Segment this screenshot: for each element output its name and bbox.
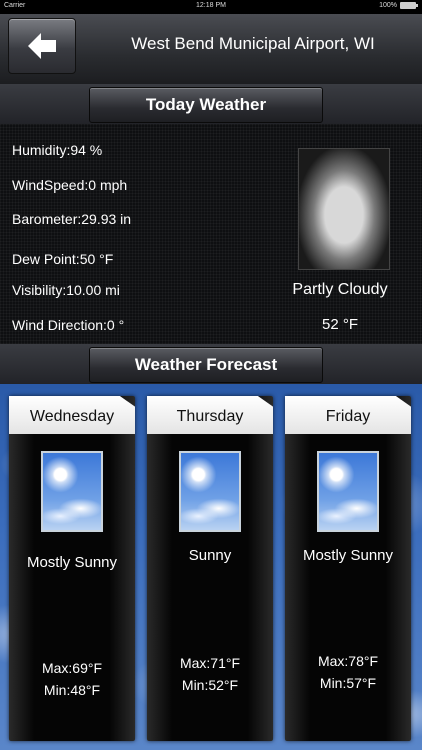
- battery-percent: 100%: [379, 2, 397, 9]
- status-bar: Carrier 12:18 PM 100%: [0, 0, 422, 14]
- sunny-icon: [179, 451, 241, 532]
- forecast-min: Min:48°F: [43, 682, 101, 698]
- battery-indicator: 100%: [379, 2, 418, 9]
- forecast-min: Min:52°F: [181, 677, 239, 693]
- barometer-label: Barometer:29.93 in: [12, 211, 132, 227]
- today-section-title: Today Weather: [89, 87, 323, 123]
- mostly-sunny-icon: [41, 451, 103, 532]
- location-title: West Bend Municipal Airport, WI: [131, 34, 375, 53]
- forecast-day: Wednesday: [9, 396, 135, 434]
- forecast-day: Thursday: [147, 396, 273, 434]
- forecast-condition: Mostly Sunny: [26, 554, 118, 571]
- nav-header: West Bend Municipal Airport, WI: [0, 14, 422, 85]
- mostly-sunny-icon: [317, 451, 379, 532]
- forecast-max: Max:69°F: [41, 660, 103, 676]
- forecast-card-friday[interactable]: Friday Mostly Sunny Max:78°F Min:57°F: [285, 396, 411, 741]
- forecast-section-bar: Weather Forecast: [0, 344, 422, 384]
- partly-cloudy-night-icon: [298, 148, 390, 270]
- back-arrow-icon: [28, 33, 56, 59]
- forecast-day: Friday: [285, 396, 411, 434]
- forecast-max: Max:71°F: [179, 655, 241, 671]
- forecast-condition: Mostly Sunny: [302, 547, 394, 564]
- today-temperature: 52 °F: [321, 316, 358, 333]
- wind-speed-label: WindSpeed:0 mph: [12, 177, 128, 193]
- visibility-label: Visibility:10.00 mi: [12, 282, 120, 298]
- today-panel: Humidity:94 % WindSpeed:0 mph Barometer:…: [0, 124, 422, 344]
- forecast-max: Max:78°F: [317, 653, 379, 669]
- wind-direction-label: Wind Direction:0 °: [12, 317, 125, 333]
- status-time: 12:18 PM: [196, 2, 226, 9]
- dew-point-label: Dew Point:50 °F: [12, 251, 114, 267]
- humidity-label: Humidity:94 %: [12, 142, 103, 158]
- back-button[interactable]: [8, 18, 76, 74]
- forecast-min: Min:57°F: [319, 675, 377, 691]
- forecast-section-title: Weather Forecast: [89, 347, 323, 383]
- forecast-card-thursday[interactable]: Thursday Sunny Max:71°F Min:52°F: [147, 396, 273, 741]
- today-section-bar: Today Weather: [0, 84, 422, 124]
- battery-icon: [400, 2, 418, 9]
- forecast-condition: Sunny: [188, 547, 232, 564]
- today-condition: Partly Cloudy: [292, 281, 388, 298]
- forecast-card-wednesday[interactable]: Wednesday Mostly Sunny Max:69°F Min:48°F: [9, 396, 135, 741]
